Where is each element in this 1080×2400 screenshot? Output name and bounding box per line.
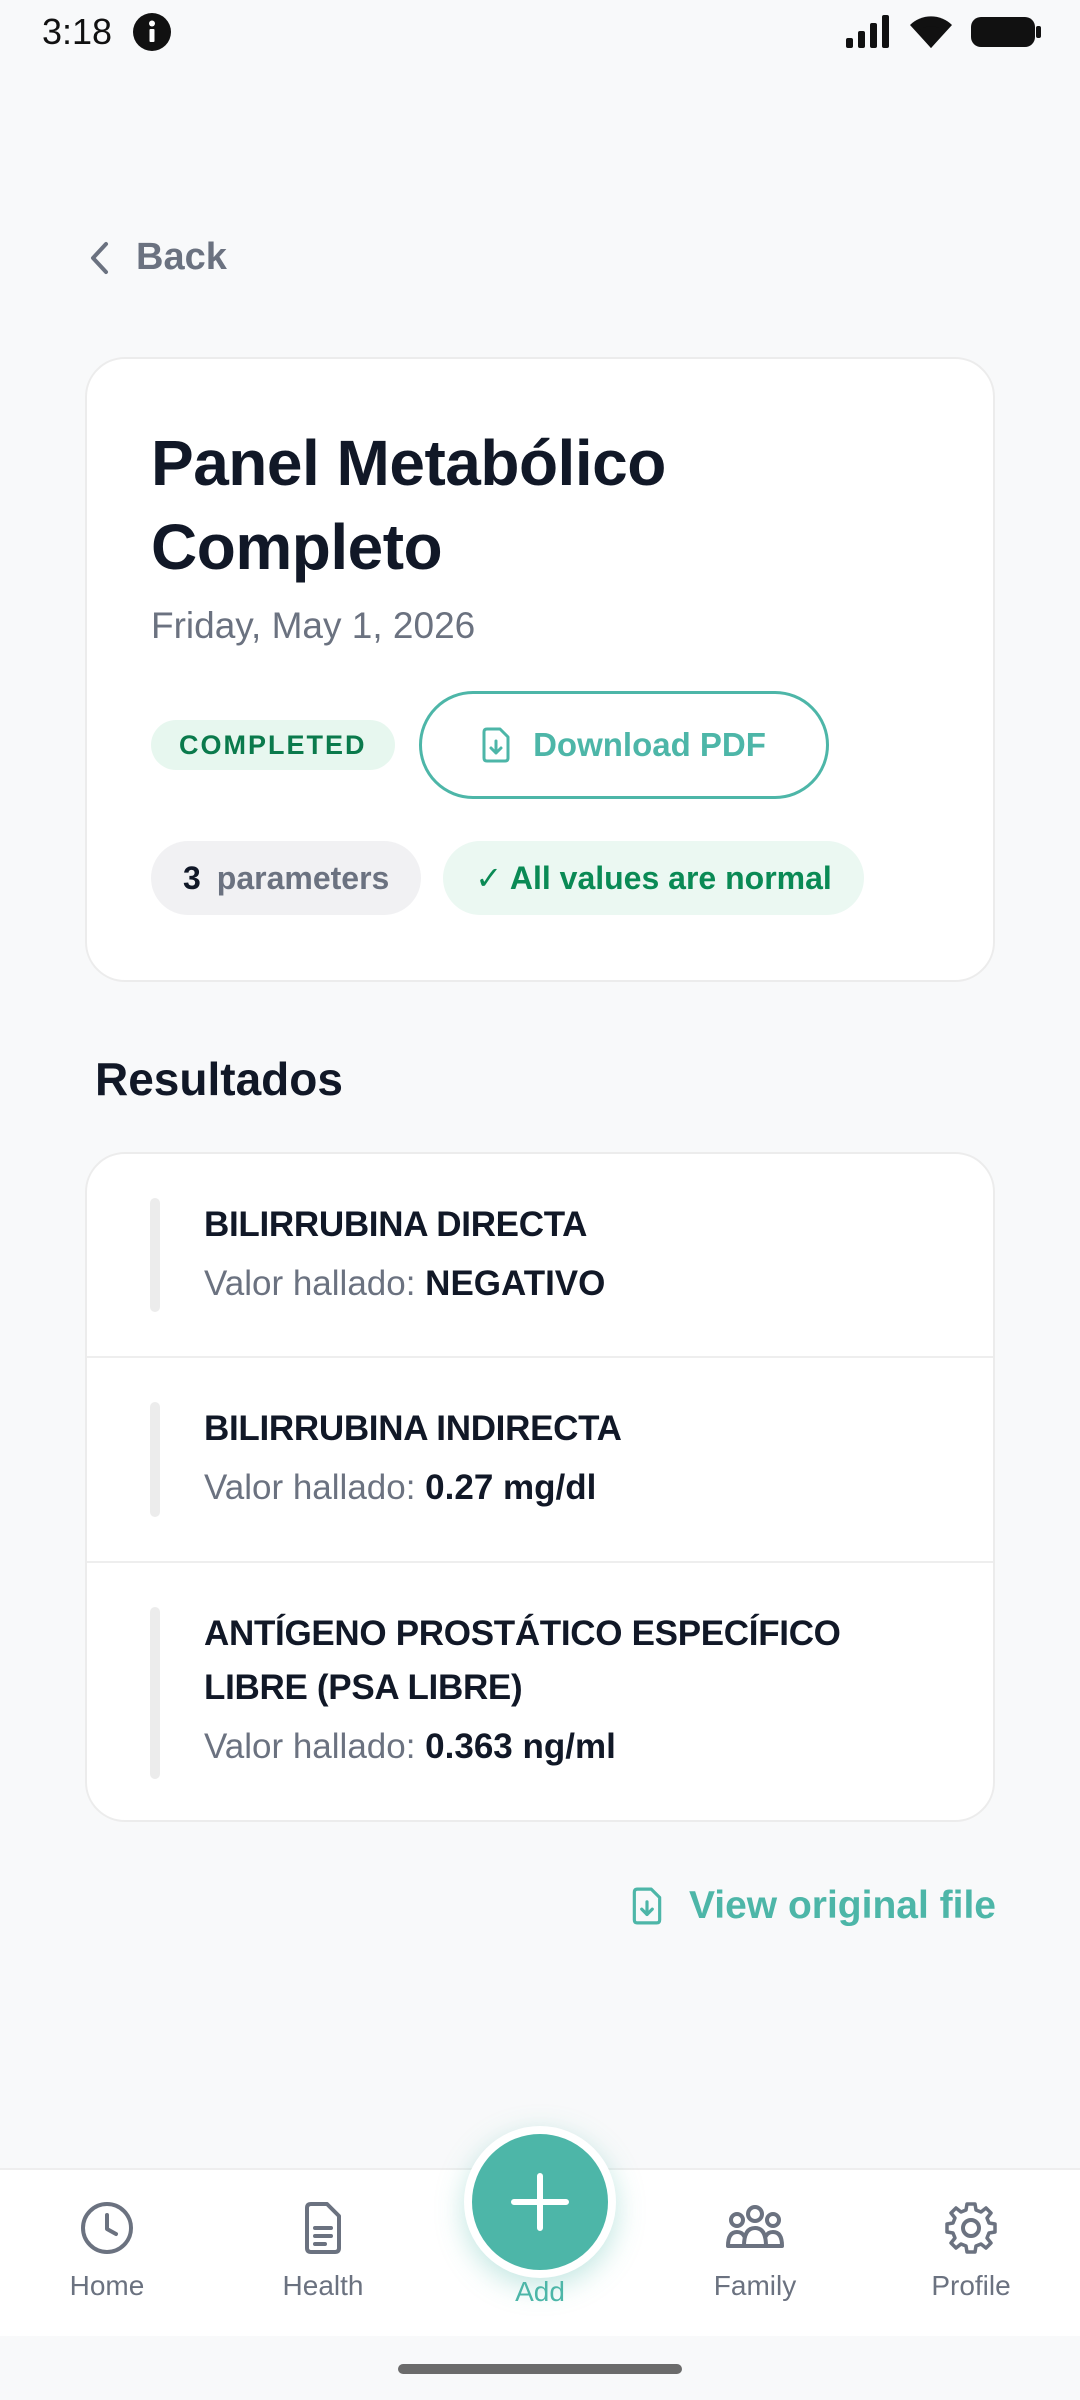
result-value-line: Valor hallado: 0.363 ng/ml xyxy=(204,1727,953,1767)
nav-home-label: Home xyxy=(69,2270,145,2301)
info-icon xyxy=(133,13,172,51)
result-name: ANTÍGENO PROSTÁTICO ESPECÍFICO LIBRE (PS… xyxy=(204,1614,841,1707)
add-button[interactable] xyxy=(464,2126,616,2278)
test-date: Friday, May 1, 2026 xyxy=(151,605,476,646)
result-value-line: Valor hallado: 0.27 mg/dl xyxy=(204,1468,953,1508)
result-indicator-bar xyxy=(150,1198,160,1312)
file-download-icon xyxy=(482,727,510,763)
status-actions-row: COMPLETED Download PDF xyxy=(151,691,929,799)
parameters-count: 3 xyxy=(183,859,201,896)
status-badge: COMPLETED xyxy=(151,720,395,770)
summary-chips-row: 3 parameters ✓ All values are normal xyxy=(151,841,929,915)
status-bar: 3:18 xyxy=(0,0,1080,64)
result-indicator-bar xyxy=(150,1607,160,1779)
clock-icon xyxy=(81,2202,133,2254)
result-row[interactable]: ANTÍGENO PROSTÁTICO ESPECÍFICO LIBRE (PS… xyxy=(87,1563,993,1820)
status-right xyxy=(844,14,1042,50)
file-download-icon xyxy=(632,1887,662,1925)
results-list: BILIRRUBINA DIRECTA Valor hallado: NEGAT… xyxy=(85,1152,995,1822)
result-row[interactable]: BILIRRUBINA INDIRECTA Valor hallado: 0.2… xyxy=(87,1358,993,1563)
view-original-file-label: View original file xyxy=(688,1884,996,1927)
result-value-line: Valor hallado: NEGATIVO xyxy=(204,1264,953,1304)
nav-family[interactable]: Family xyxy=(665,2200,845,2302)
document-icon xyxy=(305,2202,341,2254)
result-value-prefix: Valor hallado: xyxy=(204,1264,416,1303)
nav-home[interactable]: Home xyxy=(17,2200,197,2302)
all-normal-chip: ✓ All values are normal xyxy=(443,841,864,915)
chevron-left-icon xyxy=(91,241,108,274)
parameters-label: parameters xyxy=(216,859,390,896)
nav-add-label: Add xyxy=(515,2276,565,2307)
plus-icon xyxy=(511,2173,569,2231)
download-pdf-label: Download PDF xyxy=(533,726,766,763)
result-value: 0.27 mg/dl xyxy=(425,1468,597,1507)
status-left: 3:18 xyxy=(42,11,172,53)
gear-icon xyxy=(945,2202,997,2254)
battery-icon xyxy=(971,17,1041,47)
download-pdf-button[interactable]: Download PDF xyxy=(418,691,829,799)
view-original-file-link[interactable]: View original file xyxy=(631,1884,996,1928)
page-title: Panel Metabólico Completo xyxy=(151,427,666,583)
result-row[interactable]: BILIRRUBINA DIRECTA Valor hallado: NEGAT… xyxy=(87,1154,993,1358)
status-time: 3:18 xyxy=(42,11,113,52)
back-label: Back xyxy=(136,236,227,278)
wifi-icon xyxy=(910,16,952,48)
nav-health[interactable]: Health xyxy=(233,2200,413,2302)
nav-health-label: Health xyxy=(282,2270,364,2301)
users-icon xyxy=(726,2205,784,2248)
result-value: NEGATIVO xyxy=(425,1264,606,1303)
result-value: 0.363 ng/ml xyxy=(425,1727,616,1766)
parameters-chip: 3 parameters xyxy=(151,841,422,915)
all-normal-label: ✓ All values are normal xyxy=(475,860,832,896)
back-button[interactable]: Back xyxy=(88,236,227,279)
nav-family-label: Family xyxy=(713,2270,797,2301)
result-name: BILIRRUBINA DIRECTA xyxy=(204,1205,588,1244)
summary-card: Panel Metabólico Completo Friday, May 1,… xyxy=(85,357,995,982)
result-indicator-bar xyxy=(150,1402,160,1517)
result-name: BILIRRUBINA INDIRECTA xyxy=(204,1409,622,1448)
result-value-prefix: Valor hallado: xyxy=(204,1468,416,1507)
results-section-title: Resultados xyxy=(95,1053,343,1105)
nav-profile-label: Profile xyxy=(931,2270,1011,2301)
nav-profile[interactable]: Profile xyxy=(881,2200,1061,2302)
home-indicator[interactable] xyxy=(398,2364,682,2374)
signal-icon xyxy=(846,15,889,48)
result-value-prefix: Valor hallado: xyxy=(204,1727,416,1766)
